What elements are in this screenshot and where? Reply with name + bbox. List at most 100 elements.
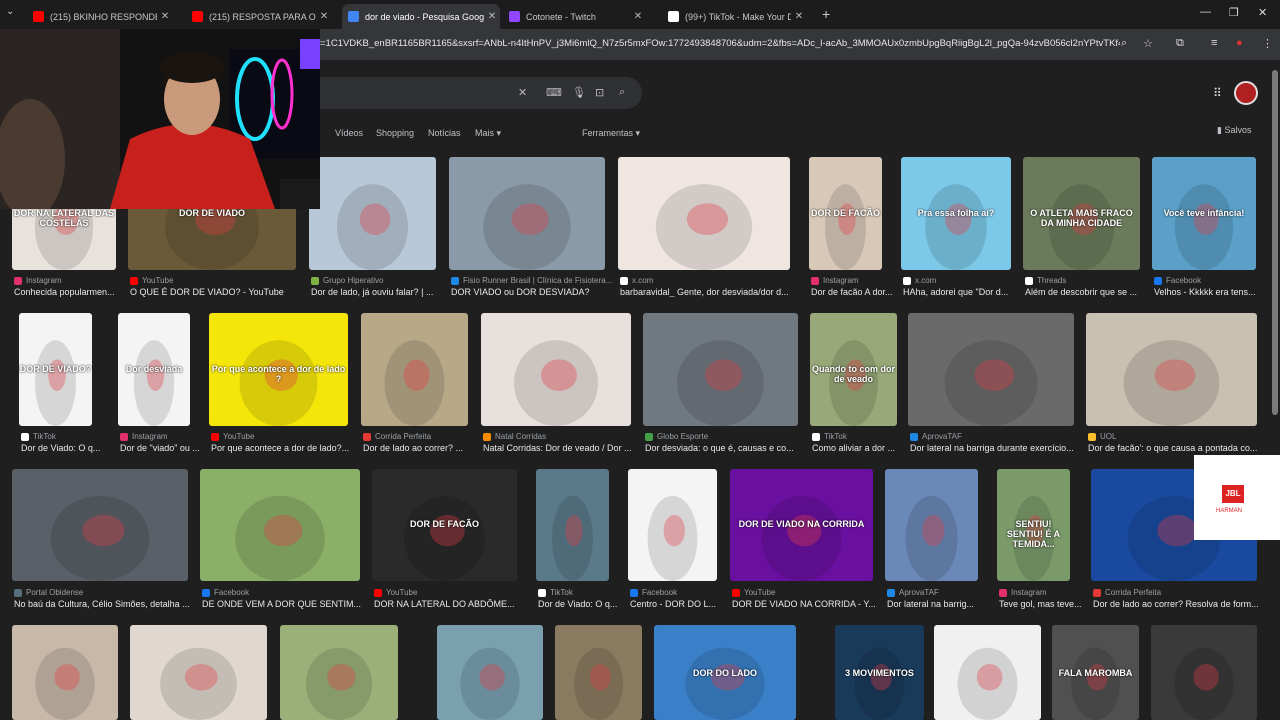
result-image[interactable]: Por que acontece a dor de lado ? <box>209 313 348 426</box>
result-title[interactable]: Por que acontece a dor de lado?... <box>211 443 362 453</box>
search-icon[interactable]: ⌕ <box>619 86 625 99</box>
media-icon[interactable]: ≡ <box>1211 37 1217 49</box>
result-source[interactable]: UOL <box>1088 432 1275 441</box>
result-image[interactable] <box>934 625 1041 720</box>
result-source[interactable]: Portal Obidense <box>14 588 206 597</box>
close-tab-icon[interactable]: ✕ <box>630 11 646 22</box>
apps-grid-icon[interactable]: ⠿ <box>1213 86 1222 100</box>
result-image[interactable] <box>449 157 605 270</box>
result-title[interactable]: No baú da Cultura, Célio Simões, detalha… <box>14 599 202 609</box>
filter-videos[interactable]: Vídeos <box>335 128 363 138</box>
minimize-icon[interactable]: — <box>1200 6 1211 18</box>
tab-4[interactable]: Cotonete - Twitch ✕ <box>503 4 646 29</box>
result-image[interactable] <box>309 157 436 270</box>
result-title[interactable]: HAha, adorei que "Dor d... <box>903 287 1025 297</box>
result-image[interactable] <box>908 313 1074 426</box>
scrollbar[interactable] <box>1272 70 1278 415</box>
filter-news[interactable]: Notícias <box>428 128 461 138</box>
restore-icon[interactable]: ❐ <box>1229 6 1239 19</box>
result-source[interactable]: Facebook <box>202 588 378 597</box>
filter-more[interactable]: Mais ▾ <box>475 128 501 139</box>
result-source[interactable]: YouTube <box>211 432 366 441</box>
close-window-icon[interactable]: ✕ <box>1258 6 1267 19</box>
result-image[interactable] <box>200 469 360 581</box>
close-tab-icon[interactable]: ✕ <box>484 11 500 22</box>
result-title[interactable]: Dor de Viado: O q... <box>538 599 623 609</box>
result-title[interactable]: Teve gol, mas teve... <box>999 599 1084 609</box>
result-title[interactable]: Velhos - Kkkkk era tens... <box>1154 287 1270 297</box>
result-source[interactable]: Corrida Perfeita <box>1093 588 1275 597</box>
result-source[interactable]: TikTok <box>21 432 110 441</box>
result-source[interactable]: TikTok <box>538 588 627 597</box>
result-title[interactable]: Dor lateral na barriga durante exercício… <box>910 443 1088 453</box>
result-title[interactable]: Natal Corridas: Dor de veado / Dor ... <box>483 443 645 453</box>
result-title[interactable]: Dor de facão A dor... <box>811 287 896 297</box>
result-image[interactable]: FALA MAROMBA <box>1052 625 1139 720</box>
result-title[interactable]: DE ONDE VEM A DOR QUE SENTIM... <box>202 599 374 609</box>
keyboard-icon[interactable]: ⌨ <box>546 86 562 99</box>
result-title[interactable]: Dor lateral na barrig... <box>887 599 992 609</box>
result-image[interactable]: Dor desviada <box>118 313 190 426</box>
result-title[interactable]: Dor de lado, já ouviu falar? | ... <box>311 287 450 297</box>
result-source[interactable]: x.com <box>620 276 808 285</box>
tab-search-icon[interactable]: ⌄ <box>6 6 14 17</box>
result-source[interactable]: YouTube <box>374 588 535 597</box>
result-source[interactable]: AprovaTAF <box>910 432 1092 441</box>
filter-tools[interactable]: Ferramentas ▾ <box>582 128 640 139</box>
result-image[interactable] <box>555 625 642 720</box>
lens-icon[interactable]: ⊡ <box>595 86 604 99</box>
result-image[interactable]: Você teve infância! <box>1152 157 1256 270</box>
menu-icon[interactable]: ⋮ <box>1262 37 1273 50</box>
result-image[interactable]: Quando to com dor de veado <box>810 313 897 426</box>
result-image[interactable] <box>280 625 398 720</box>
result-title[interactable]: Dor de Viado: O q... <box>21 443 106 453</box>
result-source[interactable]: AprovaTAF <box>887 588 996 597</box>
result-source[interactable]: Facebook <box>1154 276 1274 285</box>
close-tab-icon[interactable]: ✕ <box>157 11 173 22</box>
result-source[interactable]: TikTok <box>812 432 915 441</box>
result-title[interactable]: DOR VIADO ou DOR DESVIADA? <box>451 287 619 297</box>
result-image[interactable] <box>1151 625 1257 720</box>
result-image[interactable]: Pra essa folha aí? <box>901 157 1011 270</box>
result-image[interactable] <box>481 313 631 426</box>
profile-icon[interactable]: ● <box>1236 37 1243 49</box>
result-image[interactable] <box>885 469 978 581</box>
result-image[interactable] <box>437 625 543 720</box>
result-source[interactable]: Threads <box>1025 276 1158 285</box>
result-image[interactable]: DOR DE FACÃO <box>372 469 517 581</box>
address-bar[interactable]: =1C1VDKB_enBR1165BR1165&sxsrf=ANbL-n4ItH… <box>320 38 1120 49</box>
close-tab-icon[interactable]: ✕ <box>316 11 332 22</box>
zoom-icon[interactable]: ⌕ <box>1121 37 1127 50</box>
saved-link[interactable]: ▮ Salvos <box>1217 125 1251 136</box>
result-image[interactable]: O ATLETA MAIS FRACO DA MINHA CIDADE <box>1023 157 1140 270</box>
filter-shopping[interactable]: Shopping <box>376 128 414 138</box>
result-title[interactable]: Dor de lado ao correr? ... <box>363 443 482 453</box>
clear-search-icon[interactable]: ✕ <box>518 86 527 99</box>
tab-2[interactable]: (215) RESPOSTA PARA O BHIKI✕ <box>186 4 332 29</box>
tab-5[interactable]: (99+) TikTok - Make Your Day✕ <box>662 4 807 29</box>
result-title[interactable]: Dor de facão': o que causa a pontada co.… <box>1088 443 1271 453</box>
jbl-harman-ad[interactable]: JBL HARMAN <box>1194 455 1280 540</box>
result-image[interactable] <box>536 469 609 581</box>
tab-3[interactable]: dor de viado - Pesquisa Google ✕ <box>342 4 500 29</box>
tab-1[interactable]: (215) BKINHO RESPONDEU O T✕ <box>27 4 173 29</box>
result-source[interactable]: Instagram <box>811 276 900 285</box>
result-source[interactable]: YouTube <box>732 588 891 597</box>
result-image[interactable] <box>643 313 798 426</box>
result-source[interactable]: Instagram <box>120 432 208 441</box>
result-title[interactable]: DOR NA LATERAL DO ABDÔME... <box>374 599 531 609</box>
result-image[interactable] <box>628 469 717 581</box>
new-tab-button[interactable]: + <box>822 6 830 22</box>
result-title[interactable]: Dor desviada: o que é, causas e co... <box>645 443 812 453</box>
result-source[interactable]: Instagram <box>14 276 134 285</box>
result-title[interactable]: Centro - DOR DO L... <box>630 599 731 609</box>
result-source[interactable]: Corrida Perfeita <box>363 432 486 441</box>
result-source[interactable]: Grupo Hiperativo <box>311 276 454 285</box>
close-tab-icon[interactable]: ✕ <box>791 11 807 22</box>
avatar[interactable] <box>1234 81 1258 105</box>
search-input[interactable] <box>300 77 642 109</box>
result-image[interactable]: DOR DE FACÃO <box>809 157 882 270</box>
result-source[interactable]: Facebook <box>630 588 735 597</box>
result-title[interactable]: Conhecida popularmen... <box>14 287 130 297</box>
result-title[interactable]: DOR DE VIADO NA CORRIDA - Y... <box>732 599 887 609</box>
